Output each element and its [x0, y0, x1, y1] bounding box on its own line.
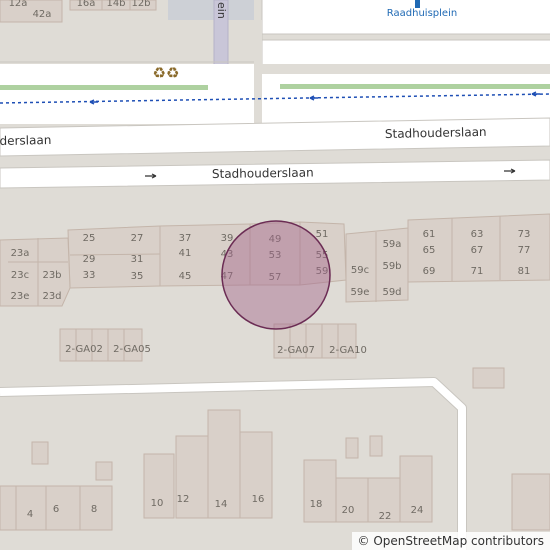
svg-text:35: 35 — [131, 271, 144, 282]
svg-text:61: 61 — [423, 229, 436, 240]
house-number: 14b — [106, 0, 125, 9]
svg-text:22: 22 — [379, 511, 392, 522]
svg-text:16: 16 — [252, 494, 265, 505]
garage-label: 2-GA07 — [277, 345, 315, 356]
attribution: © OpenStreetMap contributors — [351, 532, 550, 550]
svg-text:23d: 23d — [42, 291, 61, 302]
svg-text:67: 67 — [471, 245, 484, 256]
svg-text:18: 18 — [310, 499, 323, 510]
osm-link[interactable]: OpenStreetMap — [373, 534, 467, 548]
svg-text:73: 73 — [518, 229, 531, 240]
svg-text:27: 27 — [131, 233, 144, 244]
svg-text:29: 29 — [83, 254, 96, 265]
poi-label[interactable]: Raadhuisplein — [387, 8, 457, 19]
copyright-symbol: © — [357, 534, 370, 548]
garage-label: 2-GA10 — [329, 345, 367, 356]
svg-text:♻♻: ♻♻ — [153, 64, 180, 82]
svg-text:8: 8 — [91, 504, 97, 515]
svg-text:23e: 23e — [11, 291, 30, 302]
svg-text:81: 81 — [518, 266, 531, 277]
side-street-area — [168, 0, 254, 20]
svg-text:59a: 59a — [383, 239, 402, 250]
lower-service-area — [0, 74, 550, 124]
garage-label: 2-GA05 — [113, 344, 151, 355]
svg-text:33: 33 — [83, 270, 96, 281]
svg-text:6: 6 — [53, 504, 59, 515]
green-strip — [0, 85, 208, 90]
svg-text:59c: 59c — [351, 265, 369, 276]
svg-text:59d: 59d — [382, 287, 401, 298]
small-building — [472, 367, 505, 389]
location-marker[interactable] — [221, 220, 331, 330]
square-area-lower — [262, 40, 550, 64]
svg-text:65: 65 — [423, 245, 436, 256]
garage-label: 2-GA02 — [65, 344, 103, 355]
svg-text:20: 20 — [342, 505, 355, 516]
svg-text:69: 69 — [423, 266, 436, 277]
house-number: 16a — [77, 0, 96, 9]
svg-text:59e: 59e — [351, 287, 370, 298]
svg-text:31: 31 — [131, 254, 144, 265]
side-street-label: ein — [215, 2, 228, 19]
svg-text:63: 63 — [471, 229, 484, 240]
svg-text:12: 12 — [177, 494, 190, 505]
svg-text:24: 24 — [411, 505, 424, 516]
svg-text:39: 39 — [221, 233, 234, 244]
svg-text:59b: 59b — [382, 261, 401, 272]
house-number: 42a — [33, 9, 52, 20]
svg-text:71: 71 — [471, 266, 484, 277]
svg-text:23c: 23c — [11, 270, 29, 281]
poi-marker-icon[interactable] — [415, 0, 420, 8]
svg-text:45: 45 — [179, 271, 192, 282]
attribution-suffix: contributors — [471, 534, 544, 548]
green-strip — [280, 84, 550, 89]
svg-text:23b: 23b — [42, 270, 61, 281]
house-number: 12b — [131, 0, 150, 9]
house-number: 12a — [9, 0, 28, 9]
svg-text:10: 10 — [151, 498, 164, 509]
svg-text:25: 25 — [83, 233, 96, 244]
recycling-icon[interactable]: ♻♻ — [153, 64, 180, 82]
svg-text:51: 51 — [316, 229, 329, 240]
map-canvas[interactable]: 12a 16a 14b 12b 42a ein Raadhuisplein ♻♻… — [0, 0, 550, 550]
svg-text:41: 41 — [179, 248, 192, 259]
svg-text:77: 77 — [518, 245, 531, 256]
street-label-lower: Stadhouderslaan — [212, 166, 314, 181]
road-divider — [254, 20, 262, 124]
service-road — [0, 64, 262, 74]
street-label-upper-fragment: uderslaan — [0, 133, 51, 148]
svg-text:23a: 23a — [11, 248, 30, 259]
svg-text:14: 14 — [215, 499, 228, 510]
svg-text:37: 37 — [179, 233, 192, 244]
street-label-upper: Stadhouderslaan — [385, 125, 487, 141]
svg-text:4: 4 — [27, 509, 33, 520]
